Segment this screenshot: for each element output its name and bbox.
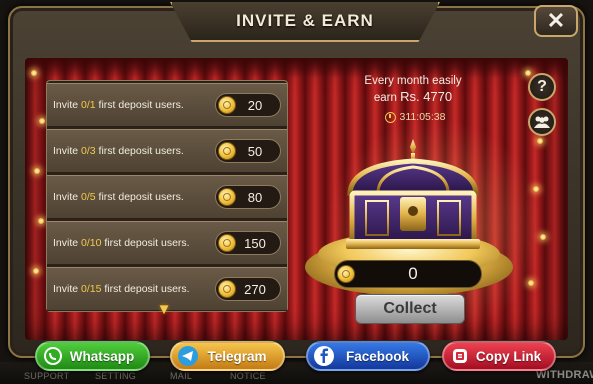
task-description: Invite 0/1 first deposit users.	[53, 99, 184, 111]
coin-icon	[218, 234, 236, 252]
countdown-value: 311:05:38	[399, 111, 446, 123]
monthly-earn-line1: Every month easily	[364, 75, 462, 87]
task-row: Invite 0/1 first deposit users. 20	[47, 83, 287, 127]
light-bulb	[39, 118, 45, 124]
task-progress: 0/1	[81, 99, 96, 111]
light-bulb	[540, 234, 546, 240]
bg-nav-withdraw: WITHDRAW	[536, 369, 593, 381]
light-bulb	[34, 168, 40, 174]
whatsapp-label: Whatsapp	[69, 348, 135, 364]
task-progress: 0/10	[81, 237, 102, 249]
monthly-earn-text: Every month easily earn Rs. 4770	[338, 74, 488, 106]
task-description: Invite 0/3 first deposit users.	[53, 145, 184, 157]
coin-icon	[218, 188, 236, 206]
task-reward-value: 80	[247, 189, 263, 205]
facebook-share-button[interactable]: Facebook	[306, 341, 430, 371]
task-progress: 0/15	[81, 283, 102, 295]
task-reward-value: 20	[247, 97, 263, 113]
bg-nav-support: SUPPORT	[24, 371, 70, 381]
task-reward: 20	[215, 93, 281, 117]
monthly-earn-amount: Rs. 4770	[400, 89, 453, 104]
light-bulb	[533, 186, 539, 192]
task-reward-value: 50	[247, 143, 263, 159]
task-progress: 0/5	[81, 191, 96, 203]
help-button[interactable]: ?	[528, 73, 556, 101]
copy-link-button[interactable]: Copy Link	[442, 341, 556, 371]
bg-nav-notice: NOTICE	[230, 371, 266, 381]
bg-nav-mail: MAIL	[170, 371, 193, 381]
facebook-label: Facebook	[345, 348, 410, 364]
close-icon: ✕	[546, 8, 566, 33]
task-row: Invite 0/10 first deposit users. 150	[47, 221, 287, 265]
light-bulb	[31, 70, 37, 76]
light-bulb	[537, 138, 543, 144]
task-reward: 50	[215, 139, 281, 163]
facebook-icon	[313, 345, 335, 367]
task-description: Invite 0/15 first deposit users.	[53, 283, 190, 295]
treasure-chest-icon	[346, 139, 480, 249]
modal-title: INVITE & EARN	[236, 11, 374, 30]
collect-button[interactable]: Collect	[355, 294, 465, 324]
coin-icon	[218, 280, 236, 298]
coin-icon	[218, 96, 236, 114]
coin-icon	[218, 142, 236, 160]
monthly-earn-line2: earn Rs. 4770	[373, 89, 453, 104]
whatsapp-share-button[interactable]: Whatsapp	[35, 341, 150, 371]
task-row: Invite 0/3 first deposit users. 50	[47, 129, 287, 173]
invite-task-list: Invite 0/1 first deposit users. 20 Invit…	[46, 80, 288, 312]
task-description: Invite 0/5 first deposit users.	[53, 191, 184, 203]
task-description: Invite 0/10 first deposit users.	[53, 237, 190, 249]
question-icon: ?	[537, 78, 547, 95]
task-reward: 270	[215, 277, 281, 301]
telegram-icon	[177, 345, 199, 367]
bg-nav-setting: SETTING	[95, 371, 137, 381]
task-reward-value: 150	[244, 235, 266, 251]
task-reward: 150	[215, 231, 281, 255]
copy-link-label: Copy Link	[475, 348, 542, 364]
reward-counter: 0	[334, 260, 482, 288]
copy-link-icon	[449, 345, 471, 367]
coin-icon	[337, 265, 355, 283]
title-plate: INVITE & EARN	[170, 2, 440, 42]
task-reward: 80	[215, 185, 281, 209]
team-button[interactable]	[528, 108, 556, 136]
reward-counter-value: 0	[408, 264, 418, 283]
chevron-down-icon[interactable]: ▼	[152, 302, 176, 317]
light-bulb	[525, 70, 531, 76]
close-button[interactable]: ✕	[534, 5, 578, 37]
light-bulb	[528, 280, 534, 286]
light-bulb	[33, 268, 39, 274]
whatsapp-icon	[42, 345, 64, 367]
telegram-share-button[interactable]: Telegram	[170, 341, 285, 371]
people-icon	[534, 116, 550, 128]
light-bulb	[38, 218, 44, 224]
task-row: Invite 0/5 first deposit users. 80	[47, 175, 287, 219]
telegram-label: Telegram	[207, 348, 267, 364]
task-progress: 0/3	[81, 145, 96, 157]
countdown-timer: 311:05:38	[376, 110, 454, 124]
task-reward-value: 270	[244, 281, 266, 297]
clock-icon	[384, 111, 396, 123]
